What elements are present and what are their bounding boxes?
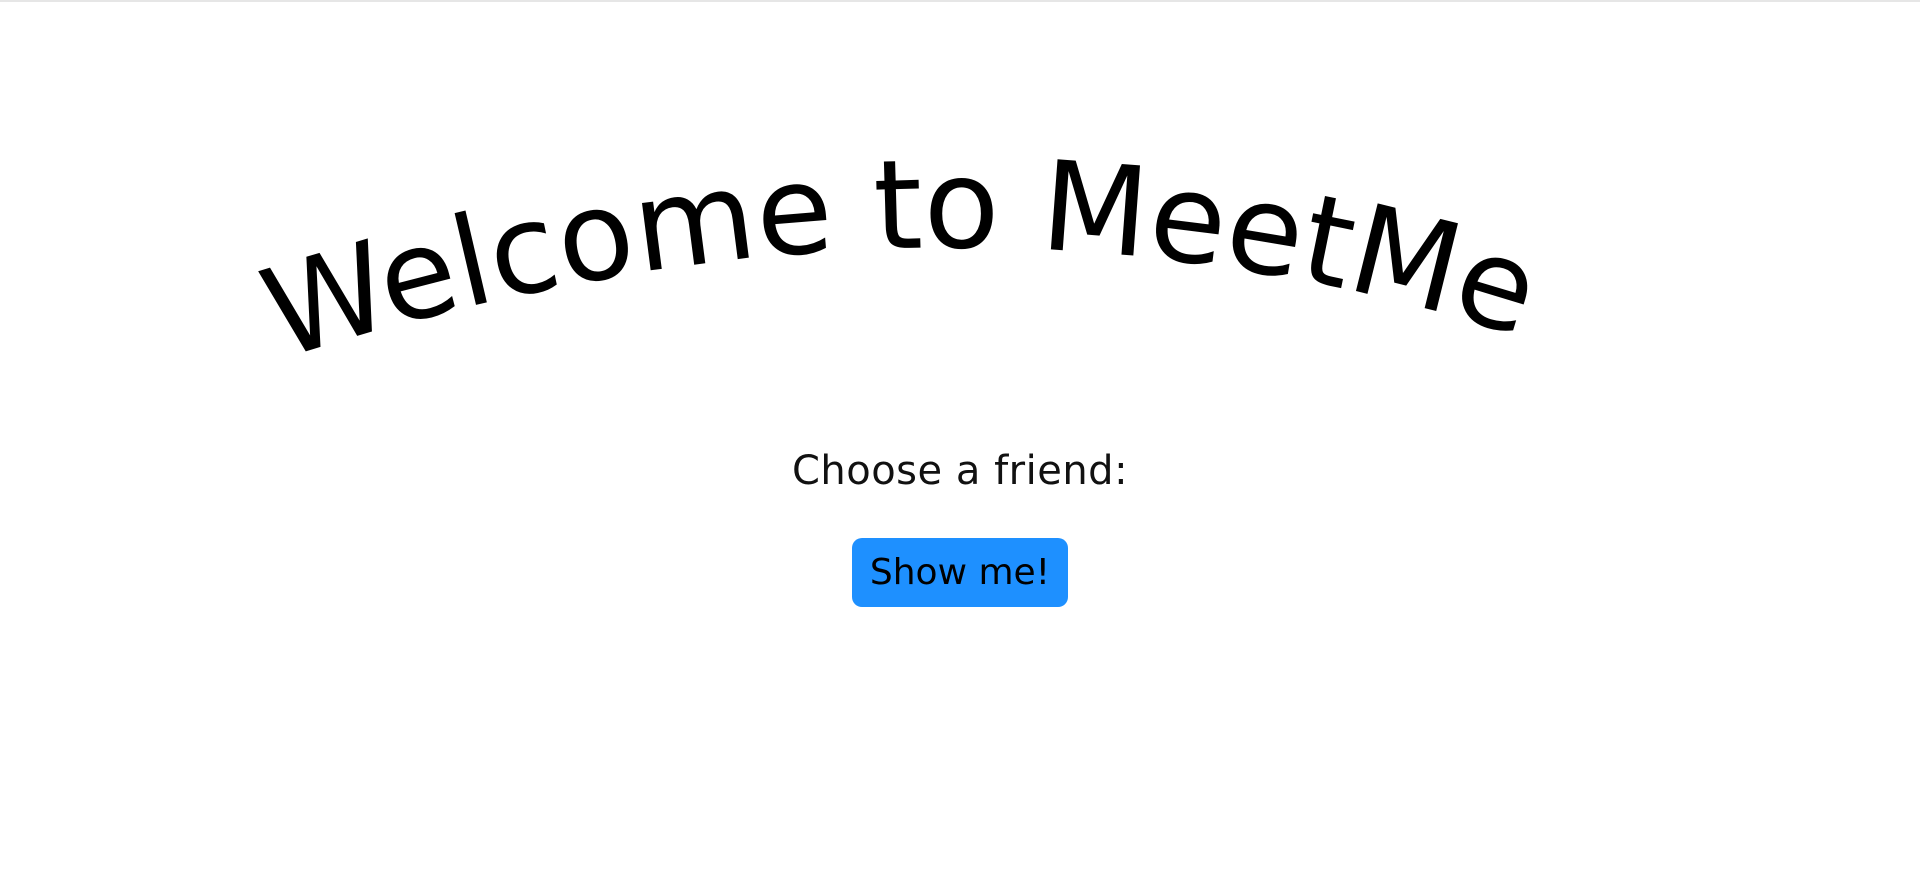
page: Welcome to MeetMe Choose a friend: Show … [0, 0, 1920, 881]
welcome-title-svg: Welcome to MeetMe [247, 133, 1553, 388]
top-divider [0, 0, 1920, 2]
show-me-button[interactable]: Show me! [852, 538, 1068, 607]
choose-friend-label: Choose a friend: [791, 448, 1129, 494]
welcome-title-text: Welcome to MeetMe [247, 133, 1553, 388]
welcome-title: Welcome to MeetMe [247, 133, 1553, 388]
